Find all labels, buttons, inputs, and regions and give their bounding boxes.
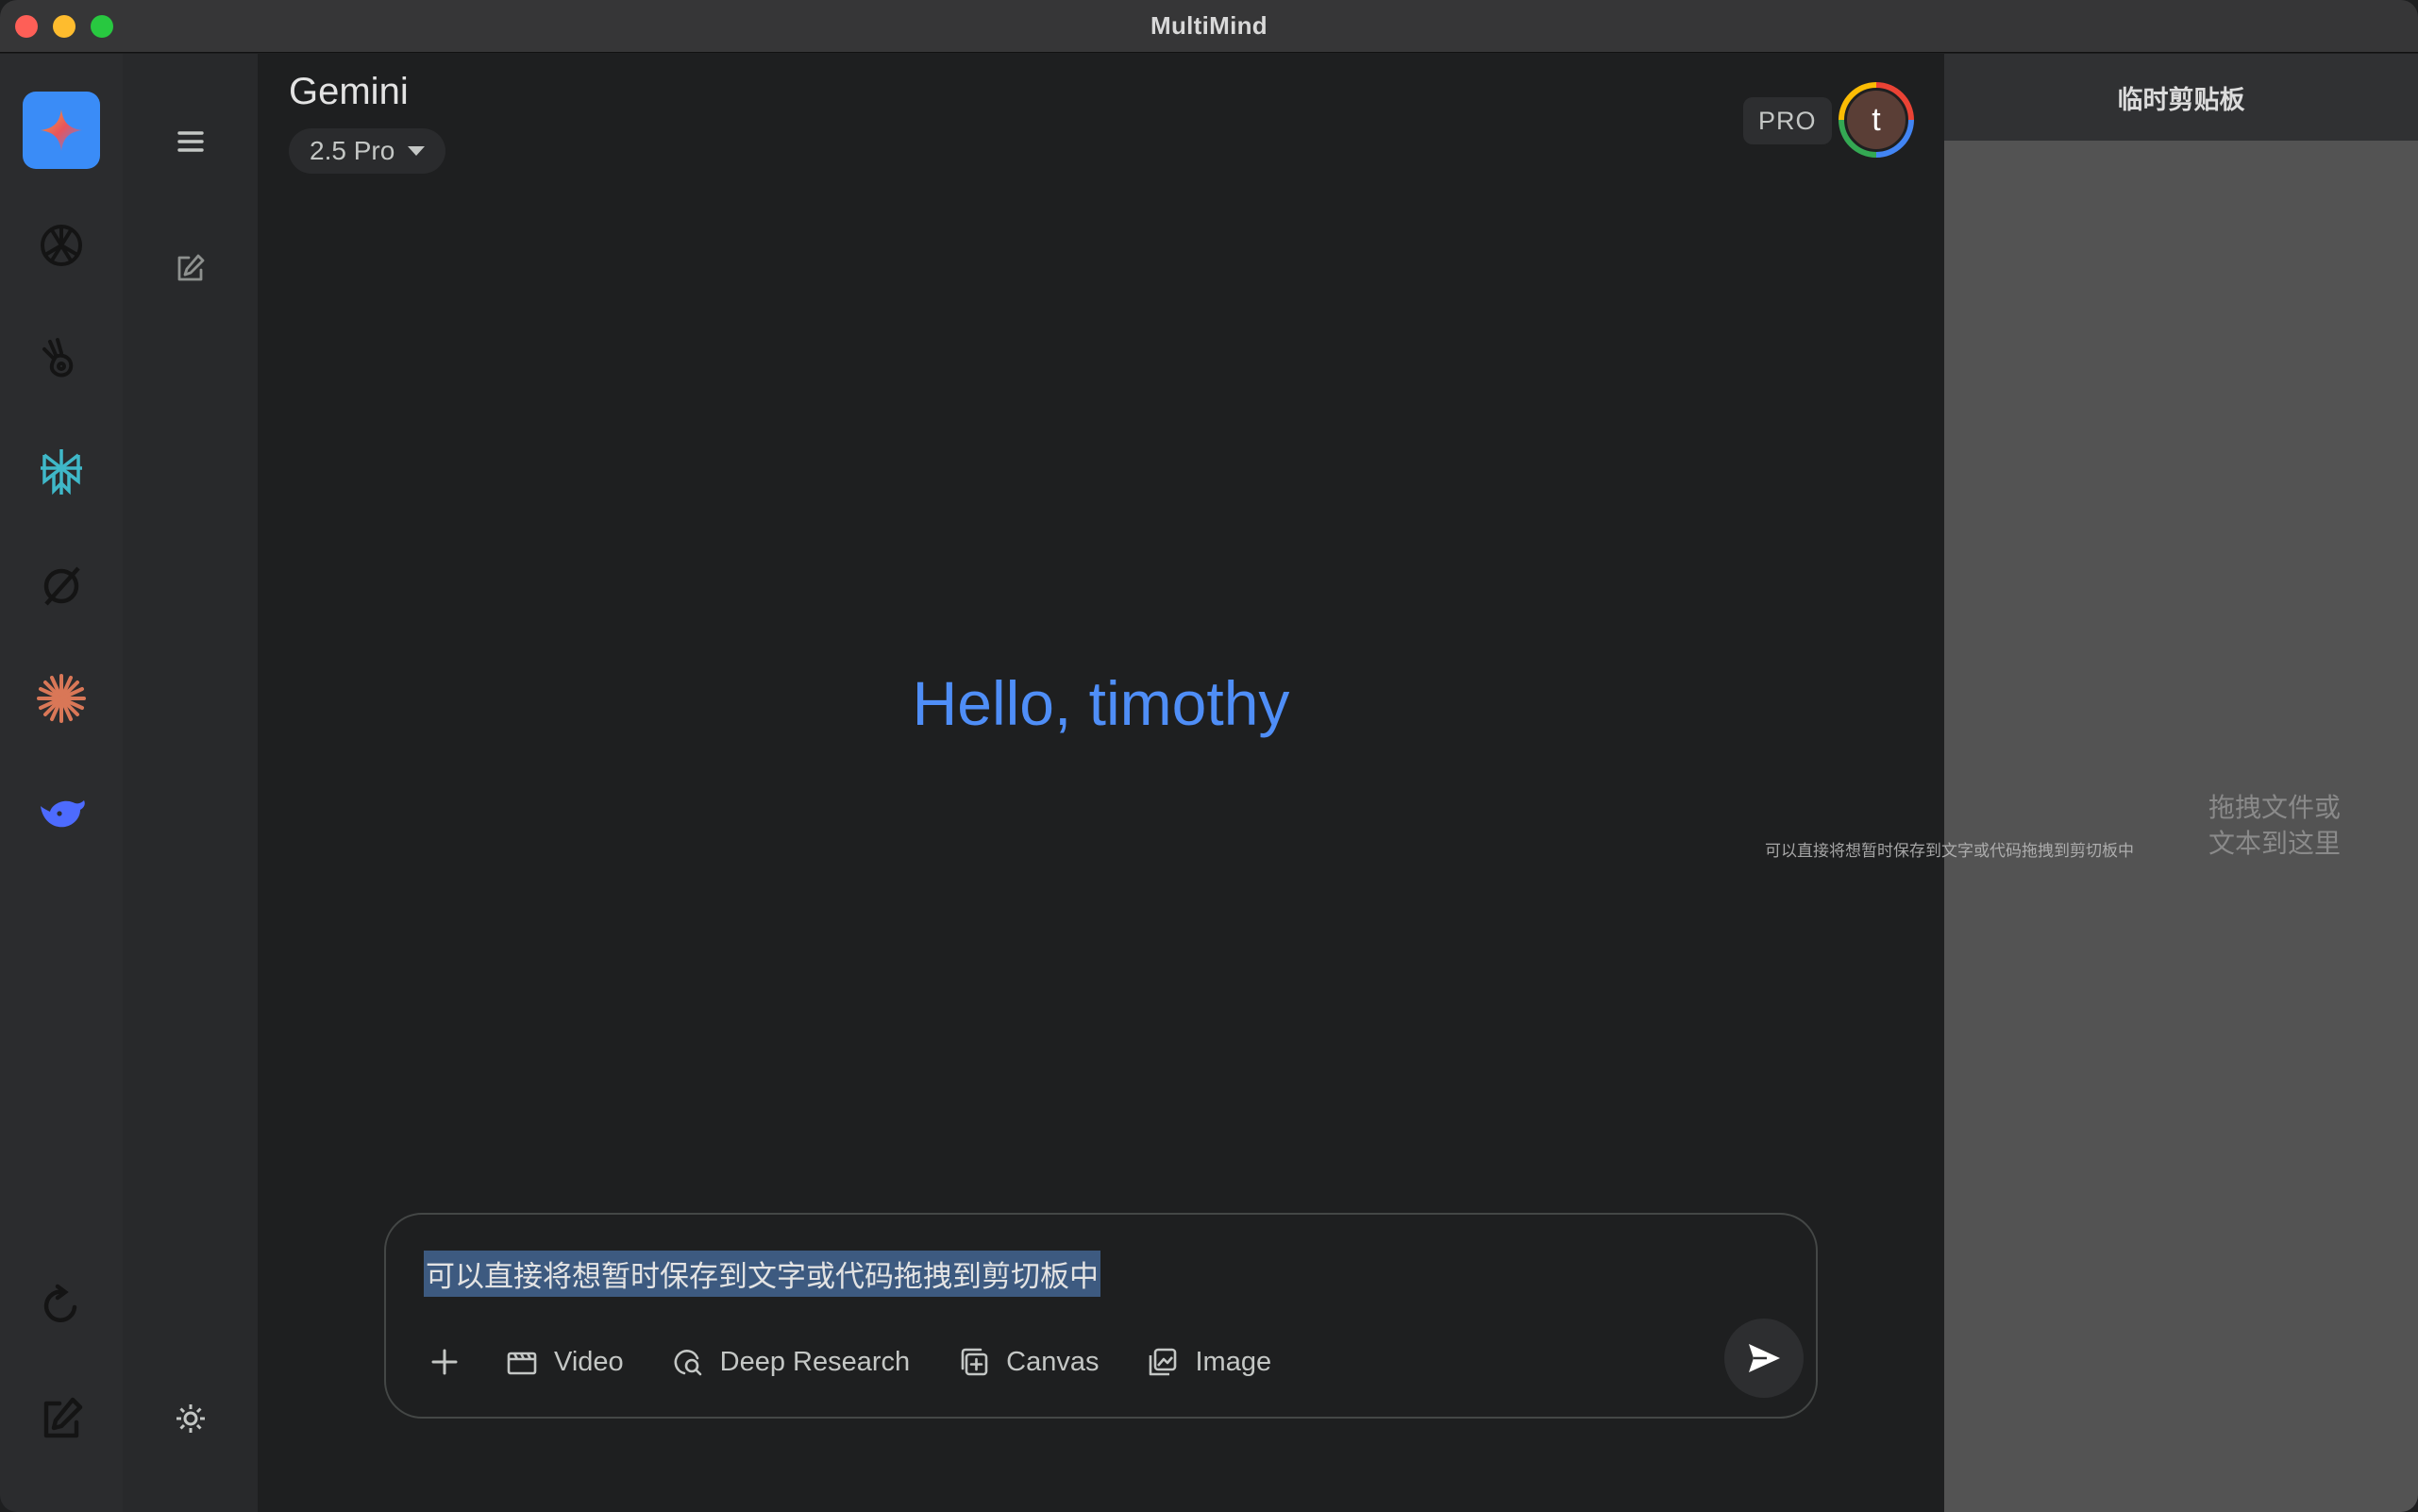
account-avatar-button[interactable]: t [1839,82,1914,158]
send-icon [1749,1344,1780,1372]
window-controls [15,15,113,38]
new-chat-button[interactable] [162,240,219,296]
new-chat-icon [177,254,205,281]
rail-item-grok-x[interactable] [23,546,100,624]
rail-item-gemini[interactable] [23,92,100,169]
image-tool-label: Image [1195,1346,1272,1377]
clipboard-hint-line1: 拖拽文件或 [2208,793,2341,822]
deep-research-tool-button[interactable]: Deep Research [650,1332,937,1392]
deep-research-tool-label: Deep Research [719,1346,911,1377]
plus-icon [431,1349,458,1375]
deep-research-icon [674,1350,701,1376]
clipboard-title: 临时剪贴板 [1944,54,2418,141]
rail-item-claude[interactable] [23,660,100,737]
video-clapper-icon [507,1352,537,1375]
app-window: MultiMind Gemini 2.5 Pro PRO t Hello, ti… [0,0,2418,1512]
temp-clipboard-panel[interactable]: 临时剪贴板 拖拽文件或 文本到这里 [1944,54,2418,1512]
canvas-icon [961,1348,988,1376]
model-version-label: 2.5 Pro [310,136,395,165]
rail-item-chatgpt[interactable] [23,207,100,284]
gemini-sidebar [123,54,258,1512]
close-window-button[interactable] [15,15,38,38]
gemini-sparkle-icon [41,109,82,151]
greeting: Hello, timothy [912,668,1290,738]
settings-gear-icon [176,1404,205,1433]
model-title: Gemini [289,71,409,112]
video-tool-label: Video [554,1346,624,1377]
rail-refresh-button[interactable] [23,1267,100,1344]
window-title: MultiMind [1150,11,1268,40]
deepseek-whale-icon [41,800,85,828]
canvas-tool-button[interactable]: Canvas [936,1332,1125,1392]
perplexity-icon [41,449,82,496]
rail-item-deepseek[interactable] [23,773,100,850]
refresh-icon [43,1284,77,1322]
video-tool-button[interactable]: Video [484,1332,650,1392]
hamburger-menu-icon [177,131,204,152]
title-bar: MultiMind [0,0,2418,53]
rail-item-perplexity[interactable] [23,433,100,511]
image-tool-button[interactable]: Image [1125,1332,1298,1392]
chevron-down-icon [408,146,426,156]
add-attachment-button[interactable] [414,1332,484,1392]
drag-preview-text: 可以直接将想暂时保存到文字或代码拖拽到剪切板中 [1765,842,2134,860]
avatar: t [1844,88,1908,152]
edit-icon [43,1397,83,1438]
composer-toolbar: Video Deep Research Canvas Image [414,1332,1298,1392]
minimize-window-button[interactable] [53,15,76,38]
settings-button[interactable] [162,1390,219,1447]
prompt-input[interactable]: 可以直接将想暂时保存到文字或代码拖拽到剪切板中 [424,1251,1100,1297]
openai-knot-icon [41,225,82,266]
canvas-tool-label: Canvas [1006,1346,1100,1377]
model-version-select[interactable]: 2.5 Pro [289,128,446,174]
rail-edit-button[interactable] [23,1380,100,1457]
grok-hand-icon [42,338,74,378]
pro-badge[interactable]: PRO [1743,97,1832,144]
claude-starburst-icon [37,674,86,723]
rail-item-grok[interactable] [23,320,100,397]
slashed-circle-icon [43,566,80,606]
app-rail [0,54,123,1512]
chat-main: Gemini 2.5 Pro PRO t Hello, timothy 可以直接… [258,54,1944,1512]
prompt-composer[interactable]: 可以直接将想暂时保存到文字或代码拖拽到剪切板中 Video Deep Resea… [384,1213,1818,1419]
image-icon [1150,1348,1177,1376]
maximize-window-button[interactable] [91,15,113,38]
send-button[interactable] [1724,1319,1804,1398]
menu-button[interactable] [162,113,219,170]
